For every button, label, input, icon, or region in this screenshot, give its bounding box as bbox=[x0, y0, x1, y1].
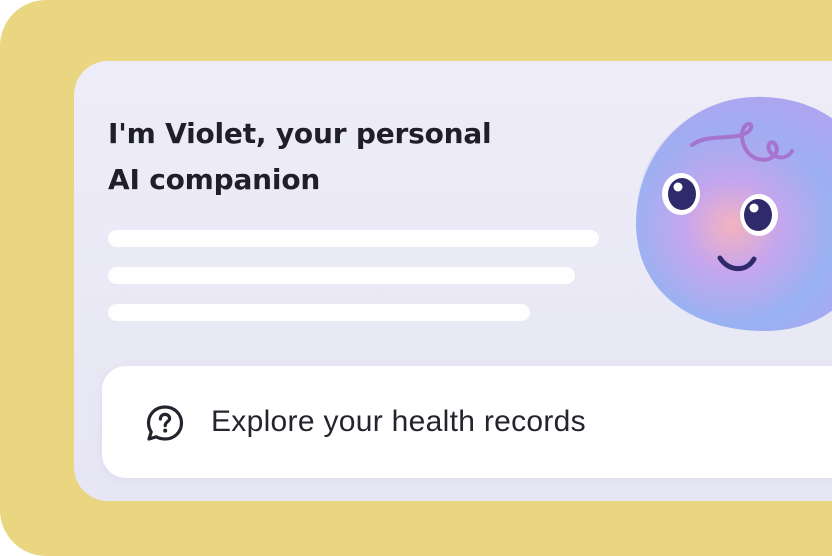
avatar-face-icon bbox=[636, 96, 832, 331]
violet-avatar bbox=[634, 93, 832, 333]
headline-line-2: AI companion bbox=[108, 163, 321, 196]
skeleton-line-1 bbox=[108, 230, 599, 247]
explore-health-records-button[interactable]: Explore your health records bbox=[102, 366, 832, 478]
explore-health-records-label: Explore your health records bbox=[211, 405, 586, 438]
question-bubble-icon bbox=[144, 402, 186, 444]
skeleton-line-3 bbox=[108, 304, 530, 321]
companion-card: I'm Violet, your personal AI companion E… bbox=[74, 61, 832, 501]
intro-headline: I'm Violet, your personal AI companion bbox=[108, 111, 528, 203]
skeleton-line-2 bbox=[108, 267, 575, 284]
headline-line-1: I'm Violet, your personal bbox=[108, 117, 492, 150]
app-frame: I'm Violet, your personal AI companion E… bbox=[0, 0, 832, 556]
